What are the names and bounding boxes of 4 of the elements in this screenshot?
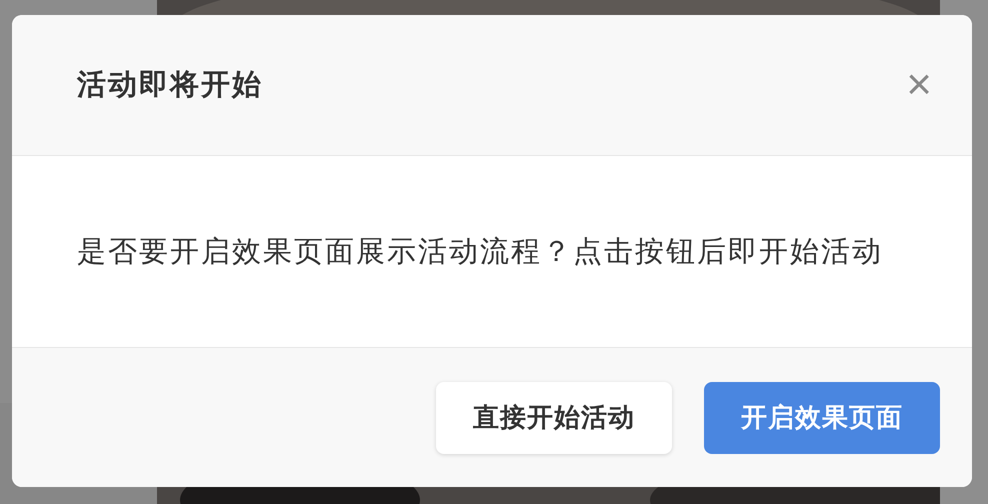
confirm-button[interactable]: 开启效果页面 [704,382,940,454]
cancel-button[interactable]: 直接开始活动 [436,382,672,454]
dialog-message: 是否要开启效果页面展示活动流程？点击按钮后即开始活动 [77,232,883,270]
dialog-title: 活动即将开始 [77,66,263,103]
